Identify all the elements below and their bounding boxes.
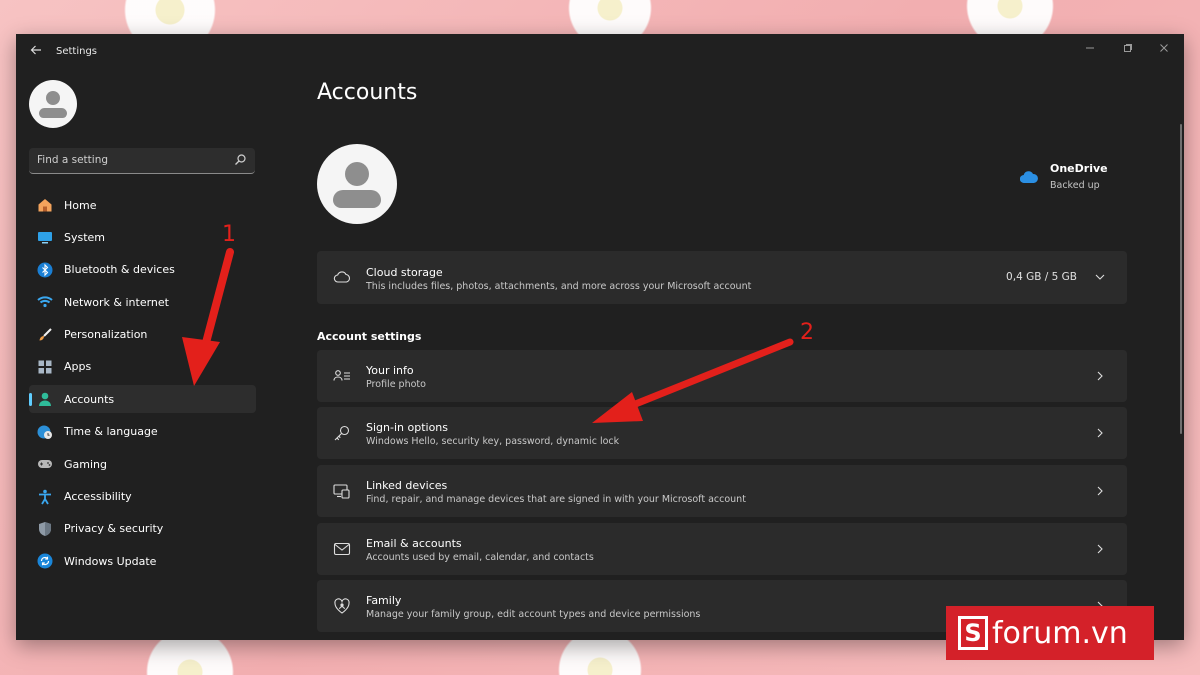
sforum-logo-icon: S <box>958 616 988 650</box>
devices-icon <box>333 484 350 499</box>
search-box[interactable] <box>29 148 255 174</box>
close-icon <box>1160 44 1168 52</box>
setting-subtitle: Profile photo <box>366 379 426 390</box>
cloud-storage-title: Cloud storage <box>366 266 443 279</box>
setting-title: Sign-in options <box>366 421 449 434</box>
setting-sign-in-options[interactable]: Sign-in options Windows Hello, security … <box>317 407 1127 459</box>
setting-title: Email & accounts <box>366 537 462 550</box>
shield-icon <box>39 521 51 536</box>
section-header-account-settings: Account settings <box>317 330 422 343</box>
back-button[interactable] <box>28 44 44 60</box>
sidebar-item-label: Accessibility <box>64 490 132 504</box>
setting-subtitle: Find, repair, and manage devices that ar… <box>366 494 746 505</box>
setting-subtitle: Manage your family group, edit account t… <box>366 609 701 620</box>
setting-linked-devices[interactable]: Linked devices Find, repair, and manage … <box>317 465 1127 517</box>
sidebar-item-network[interactable]: Network & internet <box>29 288 256 316</box>
chevron-right-icon <box>1097 371 1103 381</box>
search-input[interactable] <box>37 152 227 168</box>
watermark-text: forum.vn <box>992 615 1128 651</box>
search-icon[interactable] <box>233 153 247 167</box>
onedrive-cloud-icon <box>1020 171 1038 183</box>
close-button[interactable] <box>1154 40 1174 60</box>
sidebar-item-windows-update[interactable]: Windows Update <box>29 547 256 575</box>
sidebar-item-label: Personalization <box>64 328 148 342</box>
chevron-right-icon <box>1097 544 1103 554</box>
sidebar-item-label: Time & language <box>64 425 158 439</box>
sidebar-item-home[interactable]: Home <box>29 191 256 219</box>
settings-window: Settings Home System Bluetooth & devices <box>16 34 1184 640</box>
sidebar-item-label: Bluetooth & devices <box>64 263 175 277</box>
mail-icon <box>333 542 351 556</box>
accessibility-icon <box>39 489 51 504</box>
sidebar-item-label: Home <box>64 198 97 212</box>
sidebar-item-personalization[interactable]: Personalization <box>29 321 256 349</box>
sidebar-item-gaming[interactable]: Gaming <box>29 450 256 478</box>
sidebar-nav: Home System Bluetooth & devices Network … <box>29 191 256 580</box>
annotation-number-2: 2 <box>800 320 814 345</box>
family-heart-icon <box>334 598 350 614</box>
sidebar-item-label: Network & internet <box>64 295 169 309</box>
setting-title: Family <box>366 594 402 607</box>
sidebar-item-label: Privacy & security <box>64 522 164 536</box>
minimize-icon <box>1086 47 1094 49</box>
minimize-button[interactable] <box>1080 40 1100 60</box>
sidebar-item-accounts[interactable]: Accounts <box>29 385 256 414</box>
cloud-storage-card[interactable]: Cloud storage This includes files, photo… <box>317 251 1127 304</box>
home-icon <box>38 199 52 212</box>
setting-email-accounts[interactable]: Email & accounts Accounts used by email,… <box>317 523 1127 575</box>
annotation-number-1: 1 <box>222 222 236 247</box>
sidebar-item-time-language[interactable]: Time & language <box>29 418 256 446</box>
gamepad-icon <box>38 460 52 469</box>
setting-title: Linked devices <box>366 479 448 492</box>
app-title: Settings <box>56 46 98 57</box>
bluetooth-icon <box>37 262 53 278</box>
storage-usage: 0,4 GB / 5 GB <box>1006 271 1077 283</box>
sidebar-item-label: Windows Update <box>64 554 157 568</box>
title-bar: Settings <box>16 34 1184 70</box>
back-arrow-icon <box>30 45 41 55</box>
page-title: Accounts <box>317 80 418 105</box>
sidebar-item-privacy-security[interactable]: Privacy & security <box>29 515 256 543</box>
chevron-right-icon <box>1097 428 1103 438</box>
cloud-icon <box>333 271 351 283</box>
person-list-icon <box>333 370 350 381</box>
maximize-button[interactable] <box>1118 40 1138 60</box>
sidebar-item-bluetooth[interactable]: Bluetooth & devices <box>29 256 256 284</box>
sidebar-item-label: Apps <box>64 360 92 374</box>
chevron-right-icon <box>1097 486 1103 496</box>
person-icon <box>39 393 51 407</box>
onedrive-status: Backed up <box>1050 180 1100 191</box>
sidebar-item-label: Gaming <box>64 457 107 471</box>
sidebar-item-apps[interactable]: Apps <box>29 353 256 381</box>
profile-avatar[interactable] <box>317 144 397 224</box>
setting-your-info[interactable]: Your info Profile photo <box>317 350 1127 402</box>
setting-subtitle: Windows Hello, security key, password, d… <box>366 436 620 447</box>
apps-icon <box>38 360 52 374</box>
update-icon <box>37 553 53 569</box>
wifi-icon <box>37 296 53 308</box>
setting-subtitle: Accounts used by email, calendar, and co… <box>366 552 594 563</box>
sforum-watermark: S forum.vn <box>946 606 1154 660</box>
restore-icon <box>1124 44 1132 52</box>
cloud-storage-subtitle: This includes files, photos, attachments… <box>366 281 752 292</box>
sidebar-item-accessibility[interactable]: Accessibility <box>29 483 256 511</box>
onedrive-title[interactable]: OneDrive <box>1050 162 1108 175</box>
system-icon <box>38 232 52 244</box>
scrollbar[interactable] <box>1180 124 1182 434</box>
brush-icon <box>39 327 52 341</box>
setting-title: Your info <box>366 364 414 377</box>
globe-clock-icon <box>37 425 52 439</box>
user-avatar[interactable] <box>29 80 77 128</box>
key-icon <box>334 425 350 441</box>
chevron-down-icon[interactable] <box>1095 272 1105 282</box>
sidebar-item-label: System <box>64 230 106 244</box>
sidebar-item-label: Accounts <box>64 392 115 406</box>
